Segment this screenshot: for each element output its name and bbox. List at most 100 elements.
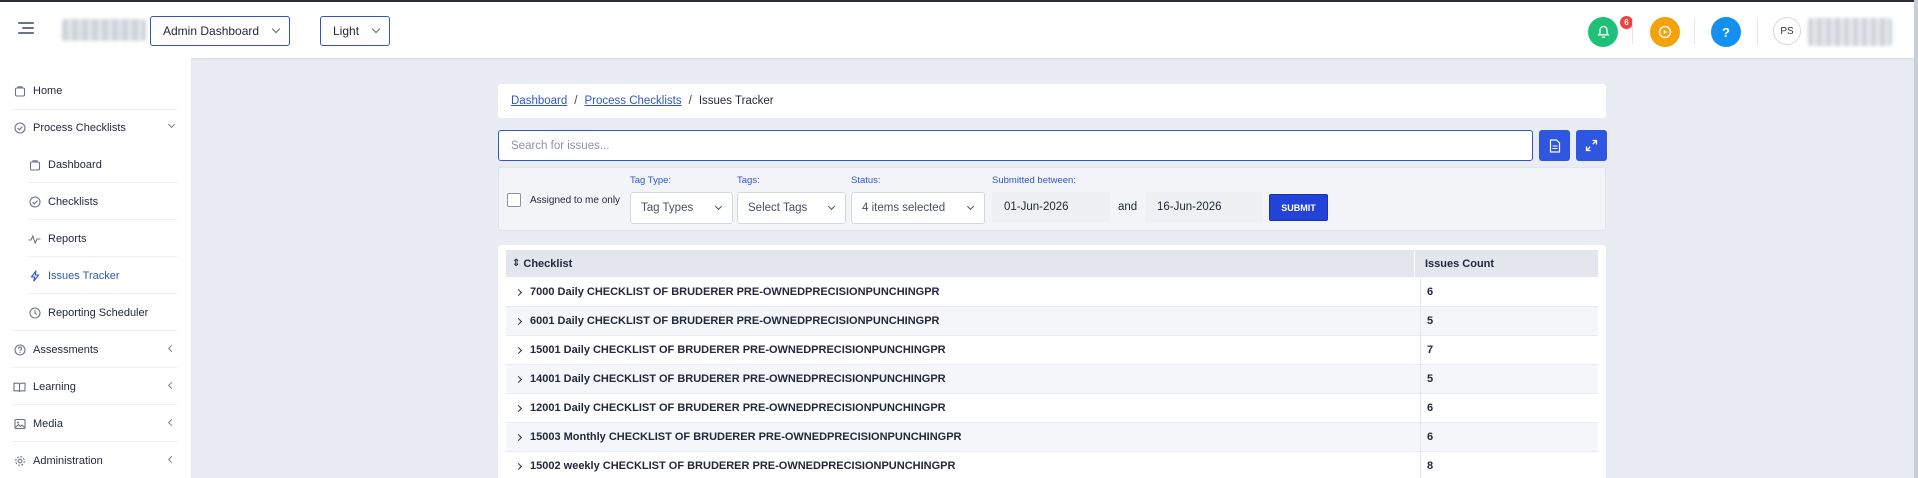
theme-select-value: Light [333, 24, 360, 38]
chevron-down-icon [167, 120, 176, 129]
sidebar-item-home[interactable]: Home [0, 72, 192, 109]
issues-count: 5 [1427, 373, 1434, 385]
submitted-between-label: Submitted between: [992, 175, 1076, 186]
sidebar-item-media[interactable]: Media [0, 405, 192, 442]
table-row[interactable]: 14001 Daily CHECKLIST OF BRUDERER PRE-OW… [506, 364, 1598, 394]
tag-type-select[interactable]: Tag Types [630, 192, 733, 224]
document-icon [1549, 138, 1560, 153]
status-value: 4 items selected [862, 202, 946, 214]
header-divider [1632, 18, 1633, 44]
chevron-down-icon [966, 202, 975, 211]
column-divider [1414, 250, 1415, 277]
tag-type-value: Tag Types [641, 202, 694, 214]
expand-icon [1585, 139, 1598, 152]
chevron-right-icon[interactable] [514, 462, 523, 470]
issues-count: 6 [1427, 286, 1434, 298]
sidebar-item-issues-tracker[interactable]: Issues Tracker [0, 257, 192, 294]
export-button[interactable] [1539, 130, 1570, 161]
play-circle-icon [1658, 25, 1672, 39]
chevron-right-icon[interactable] [514, 433, 523, 441]
status-label: Status: [851, 175, 881, 186]
sidebar-item-label: Process Checklists [33, 121, 126, 134]
checklist-name: 15001 Daily CHECKLIST OF BRUDERER PRE-OW… [530, 344, 946, 356]
sidebar-item-checklists[interactable]: Checklists [0, 183, 192, 220]
header-divider [1757, 18, 1758, 44]
notification-button[interactable] [1588, 17, 1618, 47]
table-row[interactable]: 6001 Daily CHECKLIST OF BRUDERER PRE-OWN… [506, 306, 1598, 336]
column-header-issues-count[interactable]: Issues Count [1419, 258, 1494, 270]
column-header-label: Checklist [523, 257, 573, 270]
clock-icon [28, 306, 41, 319]
date-from-input[interactable]: 01-Jun-2026 [992, 192, 1110, 222]
activity-icon [28, 232, 41, 245]
scrollbar[interactable] [1914, 0, 1918, 478]
sidebar-item-label: Assessments [33, 343, 99, 356]
sidebar-item-label: Reporting Scheduler [48, 306, 149, 319]
sidebar-item-label: Checklists [48, 195, 99, 208]
table-row[interactable]: 7000 Daily CHECKLIST OF BRUDERER PRE-OWN… [506, 277, 1598, 307]
table-header: ⇕ Checklist Issues Count [506, 250, 1598, 277]
chevron-right-icon[interactable] [514, 346, 523, 354]
sidebar-item-reporting-scheduler[interactable]: Reporting Scheduler [0, 294, 192, 331]
help-icon: ? [1722, 24, 1730, 40]
chevron-down-icon [371, 24, 381, 34]
submit-button[interactable]: SUBMIT [1269, 194, 1328, 221]
sidebar-item-dashboard[interactable]: Dashboard [0, 146, 192, 183]
sidebar-item-learning[interactable]: Learning [0, 368, 192, 405]
breadcrumb-process-checklists-link[interactable]: Process Checklists [584, 95, 681, 107]
image-icon [13, 417, 26, 430]
hamburger-menu-icon[interactable] [18, 22, 34, 34]
table-row[interactable]: 15001 Daily CHECKLIST OF BRUDERER PRE-OW… [506, 335, 1598, 365]
check-circle-icon [28, 195, 41, 208]
sidebar-item-label: Reports [48, 232, 87, 245]
date-to-value: 16-Jun-2026 [1157, 201, 1222, 213]
status-select[interactable]: 4 items selected [851, 192, 985, 224]
sidebar-item-assessments[interactable]: Assessments [0, 331, 192, 368]
issues-count: 6 [1427, 402, 1434, 414]
question-circle-icon [13, 343, 26, 356]
breadcrumb-dashboard-link[interactable]: Dashboard [511, 95, 567, 107]
tags-value: Select Tags [748, 202, 808, 214]
date-to-input[interactable]: 16-Jun-2026 [1145, 192, 1263, 222]
column-header-checklist[interactable]: ⇕ Checklist [512, 258, 572, 270]
sidebar-item-label: Dashboard [48, 158, 102, 171]
filter-panel: Assigned to me only Tag Type: Tag Types … [498, 167, 1606, 231]
sidebar-item-administration[interactable]: Administration [0, 442, 192, 478]
bell-icon [1597, 25, 1609, 39]
sidebar-item-reports[interactable]: Reports [0, 220, 192, 257]
issues-count: 8 [1427, 460, 1434, 472]
assigned-to-me-checkbox[interactable] [507, 193, 521, 207]
chevron-down-icon [827, 202, 836, 211]
chevron-right-icon[interactable] [514, 375, 523, 383]
briefcase-icon [28, 158, 41, 171]
expand-button[interactable] [1576, 130, 1607, 161]
table-row[interactable]: 15003 Monthly CHECKLIST OF BRUDERER PRE-… [506, 422, 1598, 452]
sidebar-item-label: Administration [33, 454, 103, 467]
help-button[interactable]: ? [1711, 17, 1741, 47]
dashboard-select-value: Admin Dashboard [163, 24, 260, 38]
search-input[interactable] [498, 130, 1533, 161]
play-button[interactable] [1650, 17, 1680, 47]
chevron-down-icon [271, 24, 281, 34]
theme-select[interactable]: Light [320, 16, 391, 46]
checklist-name: 15003 Monthly CHECKLIST OF BRUDERER PRE-… [530, 431, 962, 443]
checklist-name: 15002 weekly CHECKLIST OF BRUDERER PRE-O… [530, 460, 956, 472]
tags-select[interactable]: Select Tags [737, 192, 846, 224]
table-row[interactable]: 12001 Daily CHECKLIST OF BRUDERER PRE-OW… [506, 393, 1598, 423]
sidebar-item-label: Home [33, 84, 63, 97]
sidebar-item-process-checklists[interactable]: Process Checklists [0, 109, 192, 146]
breadcrumb: Dashboard / Process Checklists / Issues … [498, 84, 1606, 118]
sidebar-item-label: Media [33, 417, 63, 430]
issues-table: ⇕ Checklist Issues Count 7000 Daily CHEC… [498, 245, 1606, 478]
checklist-name: 6001 Daily CHECKLIST OF BRUDERER PRE-OWN… [530, 315, 940, 327]
breadcrumb-separator: / [574, 95, 578, 107]
sidebar-item-label: Issues Tracker [48, 269, 120, 282]
table-row[interactable]: 15002 weekly CHECKLIST OF BRUDERER PRE-O… [506, 451, 1598, 478]
chevron-right-icon[interactable] [514, 288, 523, 296]
breadcrumb-current: Issues Tracker [698, 95, 774, 107]
avatar[interactable]: PS [1773, 17, 1801, 45]
dashboard-select[interactable]: Admin Dashboard [150, 16, 291, 46]
chevron-right-icon[interactable] [514, 404, 523, 412]
chevron-left-icon [167, 418, 176, 427]
chevron-right-icon[interactable] [514, 317, 523, 325]
